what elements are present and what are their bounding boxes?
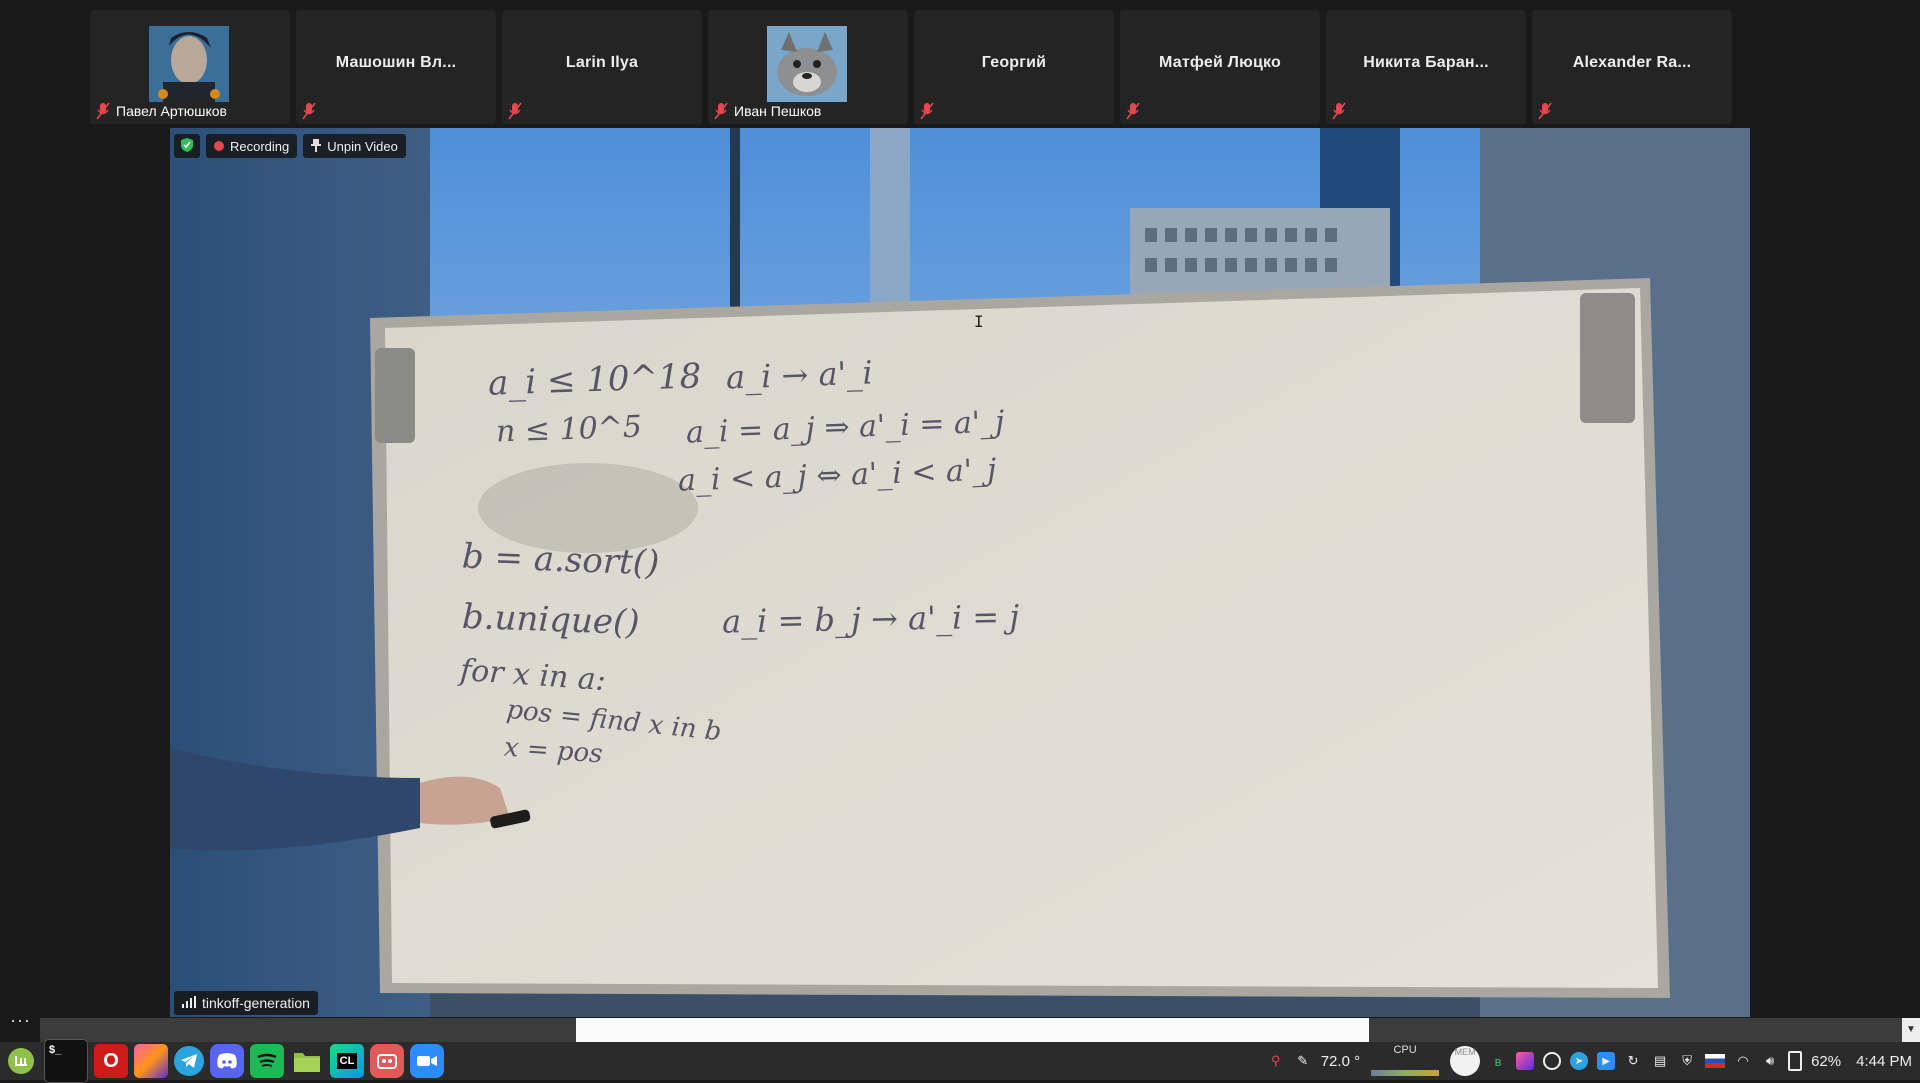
participant-tile[interactable]: Павел Артюшков	[90, 10, 290, 124]
cpu-label: CPU	[1393, 1044, 1417, 1056]
participant-tile[interactable]: Larin Ilya	[502, 10, 702, 124]
volume-icon[interactable]: 🔊︎	[1761, 1052, 1779, 1070]
keyboard-layout-flag-icon[interactable]	[1705, 1054, 1726, 1068]
discord-icon[interactable]	[210, 1044, 244, 1078]
participant-tile[interactable]: Машошин Вл...	[296, 10, 496, 124]
signal-icon	[182, 995, 196, 1011]
whiteboard-line: x = pos	[503, 732, 604, 770]
unpin-video-label: Unpin Video	[327, 138, 398, 154]
mic-muted-icon	[1538, 102, 1552, 120]
shield-tray-icon[interactable]: ⛨	[1678, 1052, 1696, 1070]
zoom-tray-icon[interactable]: ▶	[1597, 1052, 1616, 1070]
record-icon	[214, 141, 224, 151]
participant-name: Иван Пешков	[734, 103, 822, 119]
participant-name: Никита Баран...	[1363, 54, 1489, 71]
whiteboard-text: a_i ≤ 10^18 n ≤ 10^5 a_i → a'_i a_i = a_…	[170, 128, 1750, 1017]
mic-muted-icon	[1332, 102, 1346, 120]
whiteboard-line: for x in a:	[458, 652, 607, 699]
participant-name: Alexander Ra...	[1572, 54, 1692, 71]
clipboard-icon[interactable]: ▤	[1651, 1052, 1669, 1070]
participant-name: Машошин Вл...	[335, 54, 457, 71]
speaker-name-badge: tinkoff-generation	[174, 991, 318, 1015]
cpu-monitor[interactable]: CPU	[1369, 1044, 1441, 1078]
participant-tile[interactable]: Матфей Люцко	[1120, 10, 1320, 124]
whiteboard-line: a_i → a'_i	[725, 353, 874, 397]
participant-avatar	[149, 26, 229, 102]
location-pin-icon[interactable]: ⚲	[1267, 1052, 1285, 1070]
update-icon[interactable]: ↻	[1624, 1052, 1642, 1070]
whiteboard-line: b.unique()	[461, 596, 641, 644]
jetbrains-toolbox-icon[interactable]	[134, 1044, 168, 1078]
zoom-icon[interactable]	[410, 1044, 444, 1078]
mic-muted-icon	[508, 102, 522, 120]
spotify-icon[interactable]	[250, 1044, 284, 1078]
pin-icon	[311, 138, 322, 155]
mic-muted-icon	[96, 102, 110, 120]
whiteboard-line: a_i < a_j ⇔ a'_i < a'_j	[677, 452, 997, 499]
participant-avatar	[767, 26, 847, 102]
recording-label: Recording	[230, 138, 290, 154]
participant-name: Матфей Люцко	[1159, 54, 1281, 71]
battery-percent: 62%	[1811, 1052, 1842, 1070]
whiteboard-line: a_i = b_j → a'_i = j	[721, 597, 1020, 641]
participant-tile[interactable]: Никита Баран...	[1326, 10, 1526, 124]
recording-indicator[interactable]: Recording	[206, 134, 298, 158]
terminal-icon[interactable]: $_	[44, 1039, 88, 1083]
clion-icon[interactable]: CL	[330, 1044, 364, 1078]
participant-name: Георгий	[981, 54, 1047, 71]
jetbrains-tray-icon[interactable]	[1516, 1052, 1535, 1070]
participant-tile[interactable]: Иван Пешков	[708, 10, 908, 124]
participant-strip: Павел Артюшков Машошин Вл... Larin Ilya	[90, 10, 1732, 124]
speaker-name: tinkoff-generation	[202, 995, 310, 1011]
whiteboard-line: a_i ≤ 10^18	[487, 356, 702, 404]
mic-muted-icon	[920, 102, 934, 120]
mint-menu-icon[interactable]	[4, 1044, 38, 1078]
whiteboard-line: a_i = a_j ⇒ a'_i = a'_j	[685, 404, 1005, 451]
opera-icon[interactable]: O	[94, 1044, 128, 1078]
text-cursor-icon: I	[974, 312, 984, 331]
more-options-icon[interactable]: ···	[10, 1010, 31, 1031]
eyedropper-icon[interactable]: ✎	[1294, 1052, 1312, 1070]
mem-label: MEM	[1454, 1047, 1476, 1057]
telegram-tray-icon[interactable]: ➤	[1570, 1052, 1589, 1070]
bluetooth-icon[interactable]: ʙ	[1489, 1052, 1507, 1070]
participant-name: Larin Ilya	[565, 54, 639, 71]
mic-muted-icon	[302, 102, 316, 120]
scroll-down-arrow-icon[interactable]: ▼	[1902, 1018, 1920, 1042]
files-icon[interactable]	[290, 1044, 324, 1078]
telegram-icon[interactable]	[174, 1046, 204, 1076]
memory-monitor[interactable]: MEM	[1450, 1046, 1481, 1076]
red-app-icon[interactable]	[370, 1044, 404, 1078]
participant-tile[interactable]: Alexander Ra...	[1532, 10, 1732, 124]
battery-icon[interactable]	[1788, 1051, 1803, 1071]
scrollbar-thumb[interactable]	[576, 1018, 1369, 1042]
encryption-badge[interactable]	[174, 134, 200, 158]
taskbar: $_ O CL ⚲ ✎ 72.0 ° CPU MEM ʙ ➤ ▶ ↻ ▤ ⛨ ◠…	[0, 1039, 1920, 1083]
obs-icon[interactable]	[1543, 1052, 1562, 1070]
whiteboard-line: n ≤ 10^5	[495, 409, 643, 450]
pinned-video[interactable]: a_i ≤ 10^18 n ≤ 10^5 a_i → a'_i a_i = a_…	[170, 128, 1750, 1017]
shield-icon	[180, 137, 194, 156]
participant-name: Павел Артюшков	[116, 103, 227, 119]
temperature-readout: 72.0 °	[1320, 1052, 1361, 1070]
cpu-graph	[1371, 1070, 1440, 1076]
whiteboard-line: b = a.sort()	[461, 536, 660, 584]
clock[interactable]: 4:44 PM	[1856, 1053, 1912, 1070]
unpin-video-button[interactable]: Unpin Video	[303, 134, 406, 158]
participant-tile[interactable]: Георгий	[914, 10, 1114, 124]
mic-muted-icon	[1126, 102, 1140, 120]
mic-muted-icon	[714, 102, 728, 120]
wifi-icon[interactable]: ◠	[1734, 1052, 1752, 1070]
